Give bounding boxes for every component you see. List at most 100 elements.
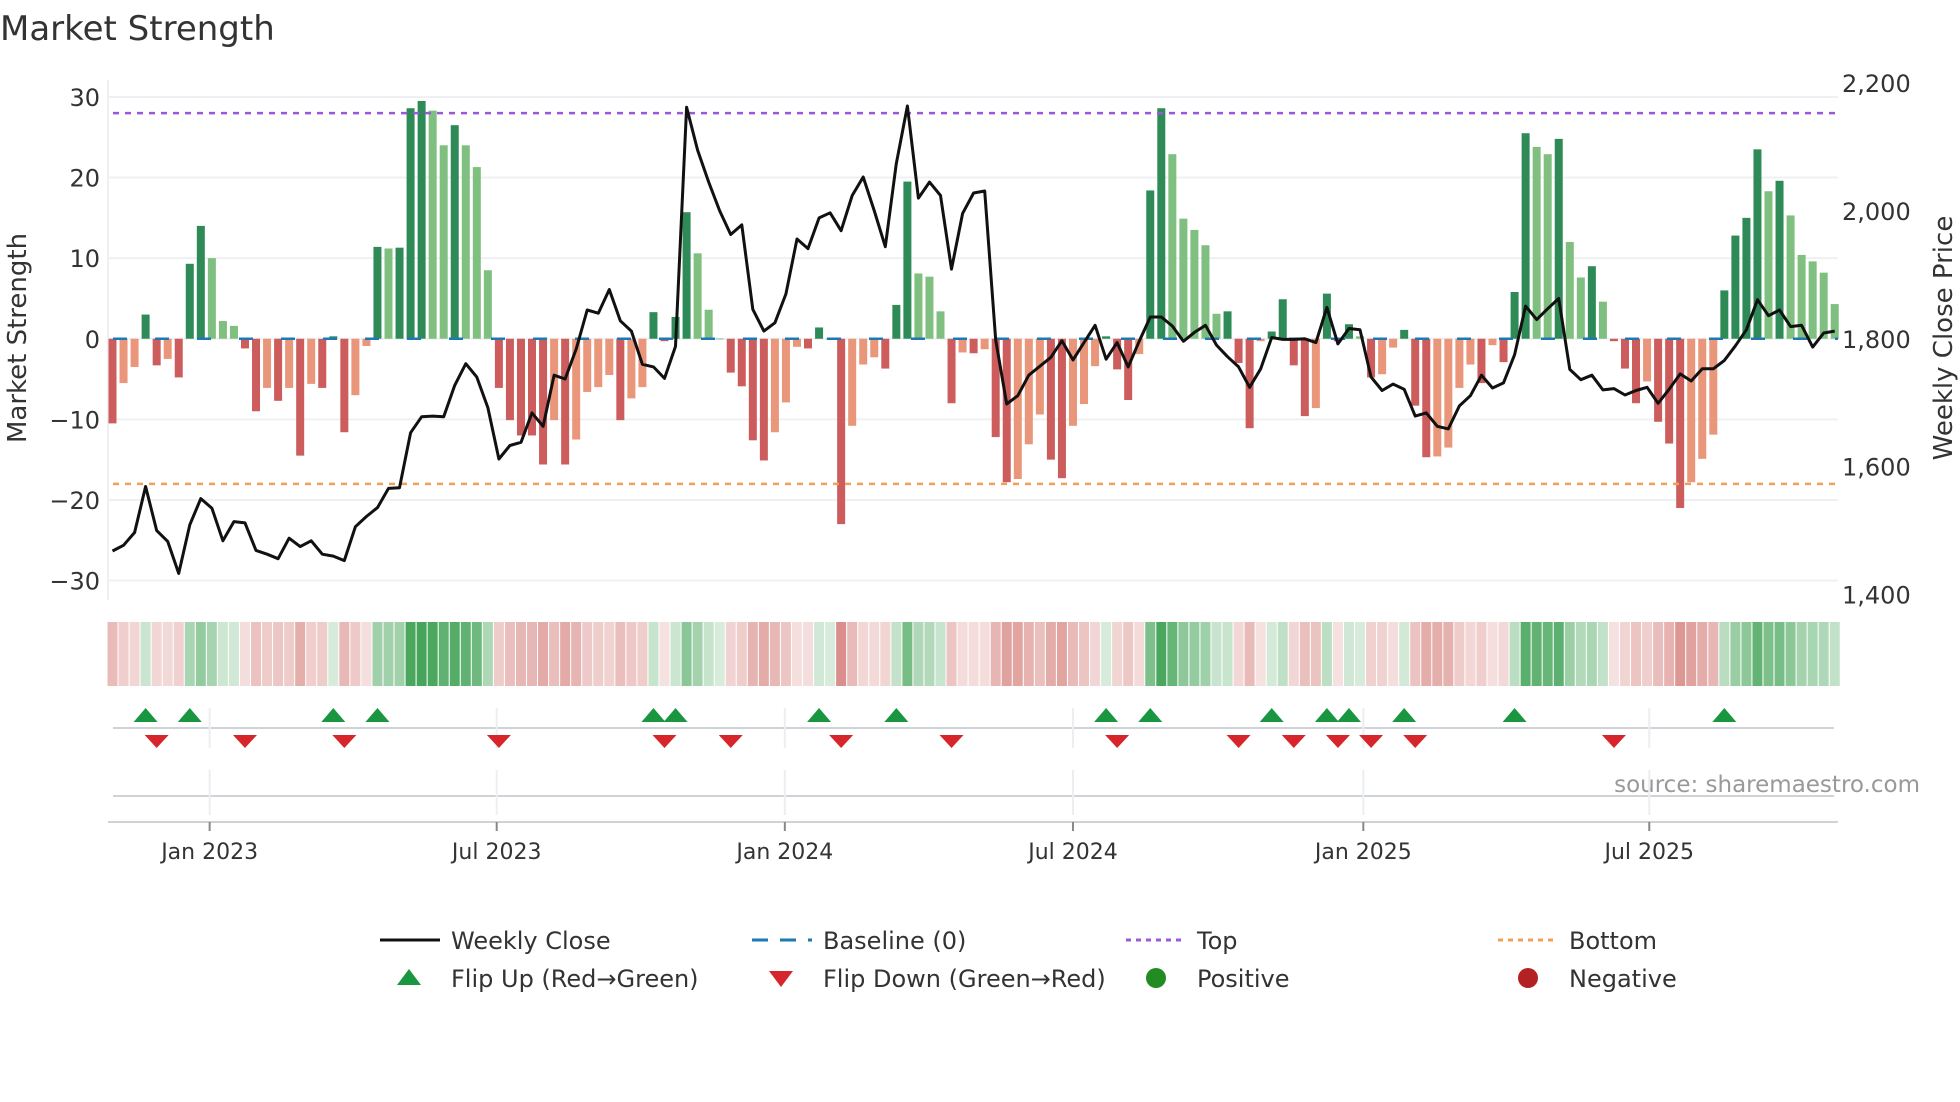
strength-bar bbox=[1190, 229, 1199, 339]
heatmap-cell bbox=[1421, 622, 1432, 686]
y2-tick-label: 2,200 bbox=[1842, 70, 1911, 98]
heatmap-cell bbox=[1090, 622, 1101, 686]
heatmap-cell bbox=[1310, 622, 1321, 686]
strength-bar bbox=[1212, 313, 1221, 339]
heatmap-cell bbox=[946, 622, 957, 686]
heatmap-cell bbox=[825, 622, 836, 686]
strength-bar bbox=[704, 309, 713, 339]
y-tick-label: −20 bbox=[49, 487, 100, 515]
heatmap-cell bbox=[1299, 622, 1310, 686]
negative-dot-icon bbox=[1518, 968, 1538, 988]
strength-bar bbox=[274, 338, 283, 401]
heatmap-cell bbox=[1288, 622, 1299, 686]
strength-bar bbox=[1057, 338, 1066, 479]
heatmap-cell bbox=[1708, 622, 1719, 686]
x-tick-label: Jul 2023 bbox=[450, 840, 542, 865]
strength-bar bbox=[1168, 154, 1177, 339]
heatmap-cell bbox=[968, 622, 979, 686]
strength-bar bbox=[406, 108, 415, 339]
strength-bar bbox=[373, 246, 382, 339]
heatmap-cell bbox=[1509, 622, 1520, 686]
heatmap-cell bbox=[1343, 622, 1354, 686]
strength-bar bbox=[1411, 338, 1420, 406]
flip-down-marker bbox=[1226, 735, 1251, 748]
strength-bar bbox=[903, 181, 912, 339]
heatmap-cell bbox=[571, 622, 582, 686]
strength-bar bbox=[914, 273, 923, 339]
heatmap-cell bbox=[659, 622, 670, 686]
heatmap-cell bbox=[1255, 622, 1266, 686]
strength-bar bbox=[605, 338, 614, 376]
heatmap-cell bbox=[1366, 622, 1377, 686]
strength-bar bbox=[1830, 304, 1839, 339]
strength-bar bbox=[505, 338, 514, 421]
y-tick-label: −30 bbox=[49, 568, 100, 596]
strength-bar bbox=[1609, 338, 1618, 342]
heatmap-cell bbox=[1023, 622, 1034, 686]
strength-bar bbox=[439, 145, 448, 339]
x-tick-label: Jan 2025 bbox=[1313, 840, 1412, 865]
y-tick-label: 20 bbox=[69, 165, 100, 193]
strength-bars bbox=[108, 100, 1839, 525]
flip-down-marker bbox=[1403, 735, 1428, 748]
strength-bar bbox=[859, 338, 868, 365]
flip-down-marker bbox=[1601, 735, 1626, 748]
heatmap-cell bbox=[1686, 622, 1697, 686]
x-tick-label: Jan 2024 bbox=[734, 840, 833, 865]
strength-bar bbox=[561, 338, 570, 465]
heatmap-cell bbox=[1045, 622, 1056, 686]
flip-up-marker bbox=[1502, 708, 1527, 722]
legend-label: Flip Down (Green→Red) bbox=[823, 965, 1106, 993]
strength-bar bbox=[130, 338, 139, 367]
strength-bar bbox=[1499, 338, 1508, 363]
heatmap-cell bbox=[350, 622, 361, 686]
heatmap-cell bbox=[1266, 622, 1277, 686]
heatmap-cell bbox=[1796, 622, 1807, 686]
strength-bar bbox=[1068, 338, 1077, 426]
y-tick-label: 30 bbox=[69, 84, 100, 112]
legend-label: Top bbox=[1196, 927, 1238, 955]
heatmap-cell bbox=[1719, 622, 1730, 686]
strength-bar bbox=[494, 338, 503, 388]
strength-bar bbox=[583, 338, 592, 392]
heatmap-cell bbox=[1079, 622, 1090, 686]
heatmap-cell bbox=[1642, 622, 1653, 686]
strength-bar bbox=[848, 338, 857, 426]
heatmap-cell bbox=[1531, 622, 1542, 686]
strength-bar bbox=[682, 212, 691, 339]
heatmap-cell bbox=[1675, 622, 1686, 686]
heatmap-cell bbox=[615, 622, 626, 686]
heatmap-cell bbox=[262, 622, 273, 686]
heatmap-cell bbox=[847, 622, 858, 686]
heatmap-cell bbox=[239, 622, 250, 686]
chart-title: Market Strength bbox=[0, 9, 275, 49]
strength-bar bbox=[163, 338, 172, 359]
heatmap-cell bbox=[637, 622, 648, 686]
flip-down-marker bbox=[1281, 735, 1306, 748]
y-tick-label: 10 bbox=[69, 245, 100, 273]
strength-bar bbox=[1124, 338, 1133, 401]
flip-up-marker bbox=[1392, 708, 1417, 722]
heatmap-cell bbox=[593, 622, 604, 686]
x-tick-label: Jul 2025 bbox=[1603, 840, 1695, 865]
strength-bar bbox=[318, 338, 327, 388]
flip-down-marker bbox=[829, 735, 854, 748]
strength-bar bbox=[384, 248, 393, 339]
strength-bar bbox=[1300, 338, 1309, 417]
strength-bar bbox=[1179, 218, 1188, 339]
strength-bar bbox=[1013, 338, 1022, 479]
flip-up-marker bbox=[177, 708, 202, 722]
strength-bar bbox=[351, 338, 360, 396]
heatmap-cell bbox=[1321, 622, 1332, 686]
legend-label: Positive bbox=[1197, 965, 1290, 993]
strength-bar bbox=[218, 321, 227, 339]
strength-bar bbox=[925, 276, 934, 339]
heatmap-cell bbox=[648, 622, 659, 686]
strength-bar bbox=[881, 338, 890, 369]
strength-bar bbox=[461, 145, 470, 339]
heatmap-cell bbox=[1189, 622, 1200, 686]
heatmap-cell bbox=[1829, 622, 1840, 686]
heatmap-cell bbox=[140, 622, 151, 686]
strength-bar bbox=[1433, 338, 1442, 457]
heatmap-cell bbox=[527, 622, 538, 686]
